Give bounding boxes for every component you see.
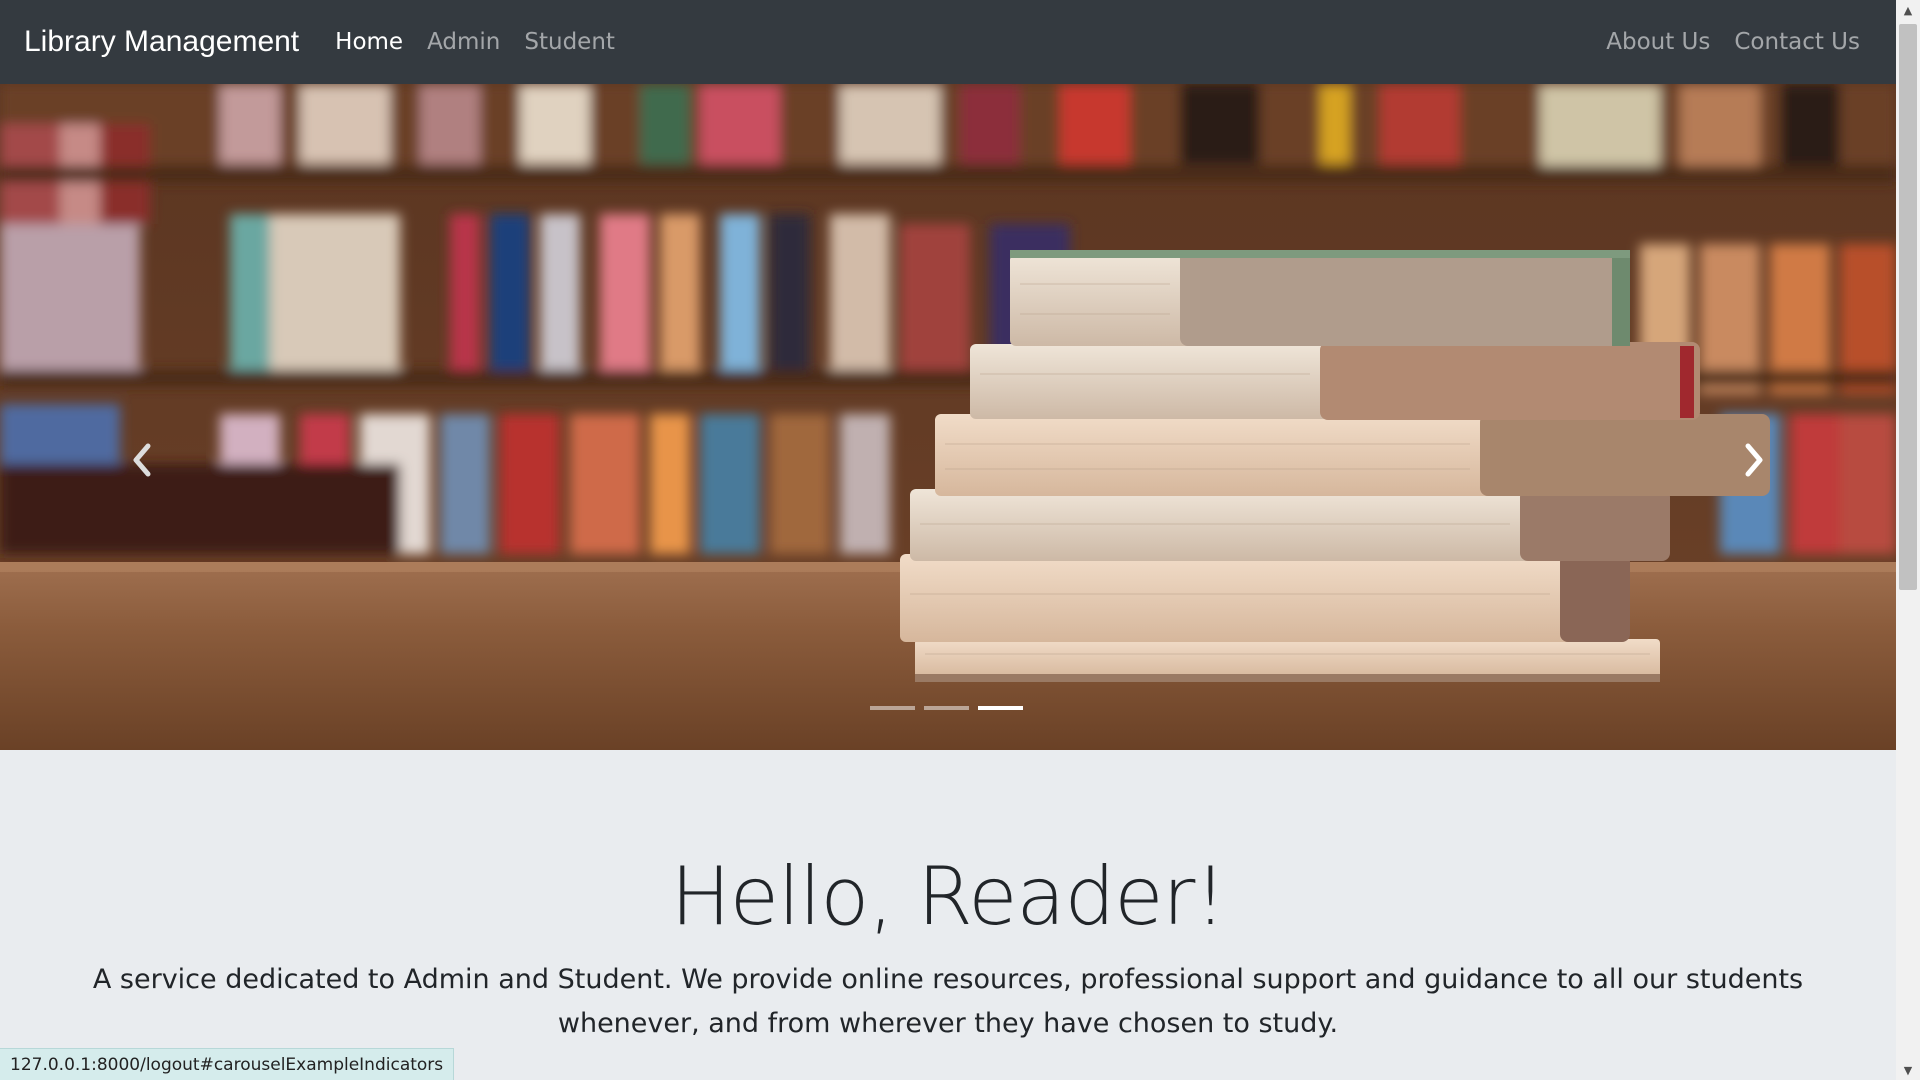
scrollbar-thumb[interactable] — [1899, 24, 1917, 590]
nav-right: About Us Contact Us — [1606, 29, 1860, 55]
carousel-indicator-2[interactable] — [924, 706, 969, 710]
nav-admin-link[interactable]: Admin — [427, 29, 500, 55]
carousel — [0, 84, 1896, 750]
jumbotron-lead: A service dedicated to Admin and Student… — [92, 964, 1804, 1039]
carousel-next-button[interactable] — [1724, 424, 1784, 496]
carousel-indicators — [870, 706, 1023, 710]
nav-left: Home Admin Student — [335, 29, 639, 55]
browser-status-bar: 127.0.0.1:8000/logout#carouselExampleInd… — [0, 1048, 455, 1080]
scroll-down-arrow-icon[interactable]: ▼ — [1896, 1060, 1920, 1080]
navbar: Library Management Home Admin Student Ab… — [0, 0, 1896, 84]
scroll-up-arrow-icon[interactable]: ▲ — [1896, 0, 1920, 20]
nav-contact-link[interactable]: Contact Us — [1734, 29, 1860, 55]
jumbotron: Hello, Reader! A service dedicated to Ad… — [0, 750, 1896, 1080]
carousel-prev-button[interactable] — [112, 424, 172, 496]
chevron-right-icon — [1745, 443, 1763, 477]
nav-about-link[interactable]: About Us — [1606, 29, 1710, 55]
nav-home-link[interactable]: Home — [335, 29, 403, 55]
jumbotron-heading: Hello, Reader! — [670, 850, 1227, 943]
carousel-indicator-1[interactable] — [870, 706, 915, 710]
carousel-indicator-3[interactable] — [978, 706, 1023, 710]
brand-link[interactable]: Library Management — [24, 25, 299, 59]
chevron-left-icon — [133, 443, 151, 477]
library-books-image — [0, 84, 1896, 750]
vertical-scrollbar[interactable]: ▲ ▼ — [1896, 0, 1920, 1080]
nav-student-link[interactable]: Student — [524, 29, 615, 55]
page: Library Management Home Admin Student Ab… — [0, 0, 1896, 1080]
